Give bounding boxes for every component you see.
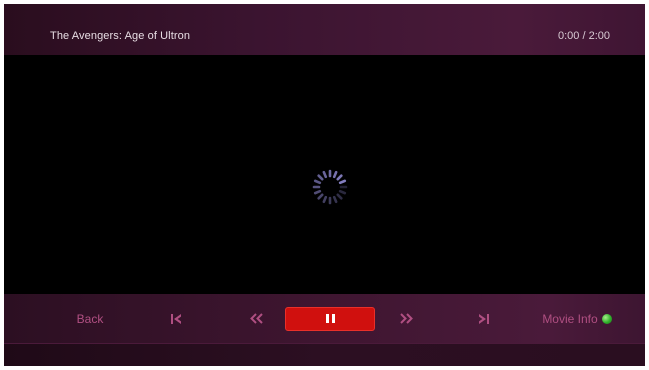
time-readout: 0:00 / 2:00 (558, 30, 610, 42)
pause-icon (324, 314, 336, 323)
spinner-dash (336, 174, 343, 181)
skip-to-end-icon (479, 313, 489, 324)
spinner-dash (317, 193, 324, 200)
back-button[interactable]: Back (62, 294, 118, 343)
pause-button[interactable] (285, 306, 375, 331)
loading-spinner-icon (312, 169, 348, 205)
rewind-icon (249, 313, 263, 324)
pause-button-wrapper (284, 294, 376, 343)
spinner-dash (332, 170, 338, 179)
spinner-dash (317, 174, 324, 181)
spinner-dash (313, 179, 322, 185)
spinner-dash (322, 195, 328, 204)
skip-forward-button[interactable] (470, 294, 498, 343)
skip-to-start-icon (171, 313, 181, 324)
green-dot-icon (601, 313, 612, 324)
video-player: The Avengers: Age of Ultron 0:00 / 2:00 … (4, 4, 645, 366)
spinner-dash (332, 195, 338, 204)
footer-bar (4, 343, 645, 366)
skip-back-button[interactable] (162, 294, 190, 343)
spinner-dash (313, 189, 322, 195)
back-label: Back (76, 311, 104, 326)
spinner-dash (336, 193, 343, 200)
fast-forward-button[interactable] (392, 294, 420, 343)
player-header: The Avengers: Age of Ultron 0:00 / 2:00 (4, 4, 645, 55)
spinner-dash (338, 179, 347, 185)
rewind-button[interactable] (242, 294, 270, 343)
spinner-dash (338, 189, 347, 195)
spinner-dash (322, 170, 328, 179)
fast-forward-icon (399, 313, 413, 324)
movie-info-button[interactable]: Movie Info (532, 294, 622, 343)
movie-info-label: Movie Info (542, 311, 598, 326)
control-bar: Back Movie Info (4, 294, 645, 343)
movie-title: The Avengers: Age of Ultron (50, 30, 191, 42)
